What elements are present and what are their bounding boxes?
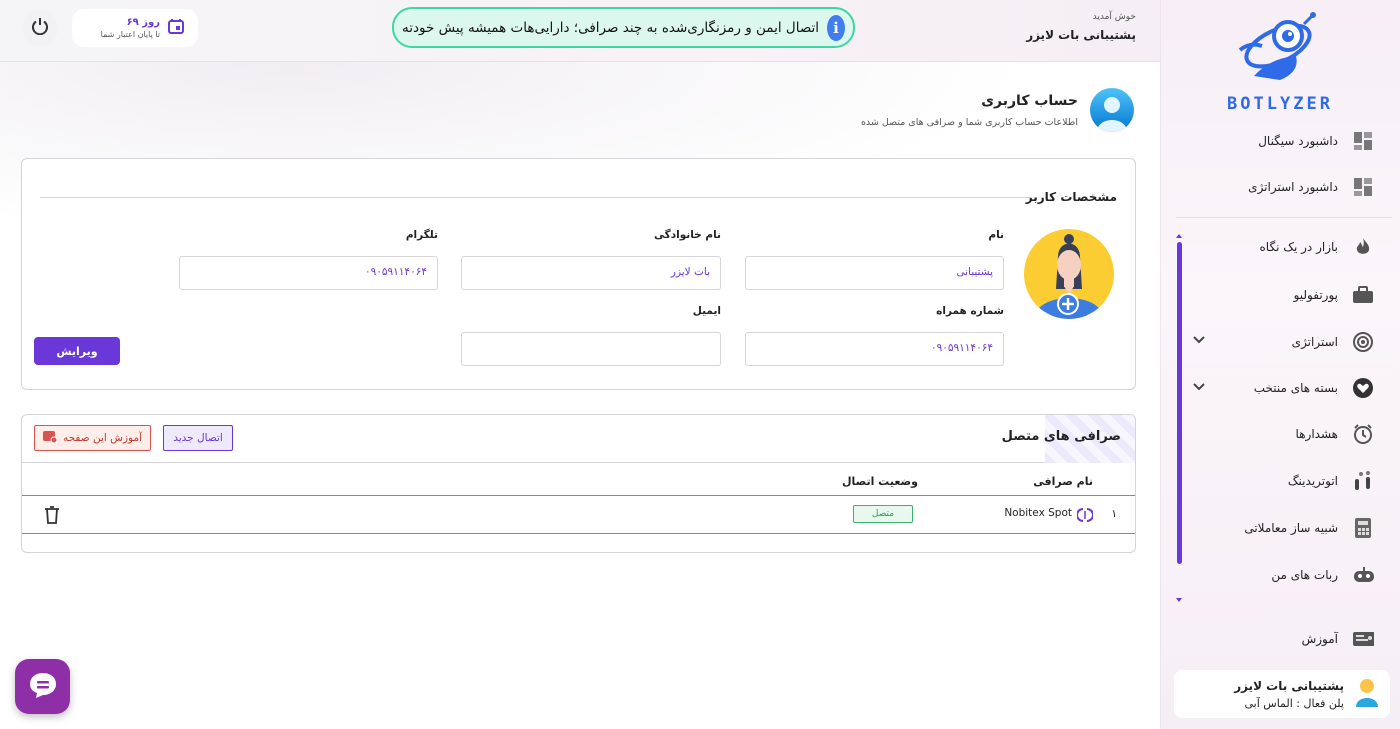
section-title: مشخصات کاربر bbox=[1025, 190, 1117, 204]
sidebar-scrollbar[interactable] bbox=[1177, 242, 1182, 564]
page-title: حساب کاربری bbox=[981, 92, 1078, 109]
first-name-field[interactable]: پشتیبانی bbox=[745, 256, 1004, 290]
sidebar-item-label: بسته های منتخب bbox=[1253, 381, 1338, 395]
welcome-block: خوش آمدید پشتیبانی بات لایزر bbox=[1026, 12, 1136, 42]
exchanges-card: صرافی های متصل اتصال جدید آموزش این صفحه… bbox=[21, 414, 1136, 553]
brand-logo[interactable]: BOTLYZER bbox=[1200, 6, 1360, 114]
sidebar-item-label: پورتفولیو bbox=[1293, 288, 1338, 302]
telegram-field[interactable]: ۰۹۰۵۹۱۱۴۰۶۴ bbox=[179, 256, 438, 290]
telegram-label: تلگرام bbox=[405, 229, 438, 241]
sidebar-item-market-overview[interactable]: بازار در یک نگاه bbox=[1260, 232, 1375, 262]
mobile-label: شماره همراه bbox=[936, 305, 1004, 317]
sidebar-item-signal-dashboard[interactable]: داشبورد سیگنال bbox=[1258, 126, 1374, 156]
sidebar-item-trade-simulator[interactable]: شبیه ساز معاملاتی bbox=[1244, 513, 1374, 543]
sidebar-item-label: شبیه ساز معاملاتی bbox=[1244, 521, 1338, 535]
flame-icon bbox=[1352, 236, 1374, 258]
logout-button[interactable] bbox=[22, 10, 58, 46]
user-card[interactable]: پشتیبانی بات لایزر پلن فعال : الماس آبی bbox=[1174, 670, 1390, 718]
chevron-down-icon[interactable] bbox=[1193, 333, 1205, 348]
last-name-field[interactable]: بات لایزر bbox=[461, 256, 721, 290]
welcome-label: خوش آمدید bbox=[1092, 12, 1136, 22]
email-field[interactable] bbox=[461, 332, 721, 366]
briefcase-icon bbox=[1352, 284, 1374, 306]
info-icon: i bbox=[827, 14, 845, 41]
sidebar-item-strategy[interactable]: استراتژی bbox=[1292, 327, 1374, 357]
exchanges-header: صرافی های متصل اتصال جدید آموزش این صفحه bbox=[22, 415, 1135, 463]
sidebar-item-label: آموزش bbox=[1301, 632, 1338, 646]
sidebar-item-selected-packages[interactable]: بسته های منتخب bbox=[1254, 373, 1374, 403]
user-plan: پلن فعال : الماس آبی bbox=[1244, 696, 1344, 710]
table-header-divider bbox=[22, 495, 1135, 496]
scroll-down-arrow[interactable] bbox=[1176, 598, 1182, 602]
credit-days: ۶۹ روز bbox=[126, 17, 160, 28]
scroll-up-arrow[interactable] bbox=[1176, 234, 1182, 238]
status-badge: متصل bbox=[853, 505, 913, 523]
target-icon bbox=[1352, 331, 1374, 353]
sidebar-item-portfolio[interactable]: پورتفولیو bbox=[1294, 280, 1374, 310]
divider bbox=[1176, 217, 1392, 218]
dashboard-icon bbox=[1352, 176, 1374, 198]
sidebar-item-label: بازار در یک نگاه bbox=[1259, 240, 1339, 254]
divider bbox=[40, 197, 1031, 198]
robot-icon bbox=[1352, 564, 1374, 586]
alarm-icon bbox=[1352, 423, 1374, 445]
chevron-down-icon[interactable] bbox=[1193, 380, 1205, 395]
avatar bbox=[1354, 677, 1380, 711]
delete-button[interactable] bbox=[44, 506, 60, 527]
sidebar-item-label: اتوتریدینگ bbox=[1287, 474, 1338, 488]
calendar-icon bbox=[168, 18, 184, 38]
sidebar: BOTLYZER داشبورد سیگنال داشبورد استراتژی… bbox=[1160, 0, 1400, 729]
brand-name: BOTLYZER bbox=[1227, 94, 1333, 114]
sidebar-item-strategy-dashboard[interactable]: داشبورد استراتژی bbox=[1248, 172, 1374, 202]
sidebar-item-education[interactable]: آموزش bbox=[1302, 624, 1374, 654]
exchange-logo-icon bbox=[1076, 507, 1094, 526]
heart-icon bbox=[1352, 377, 1374, 399]
edit-button[interactable]: ویرایش bbox=[34, 337, 120, 365]
credit-badge: ۶۹ روز تا پایان اعتبار شما bbox=[72, 9, 198, 47]
profile-picture[interactable] bbox=[1024, 229, 1114, 319]
page-header: حساب کاربری اطلاعات حساب کاربری شما و صر… bbox=[861, 88, 1134, 132]
dashboard-icon bbox=[1352, 130, 1374, 152]
calculator-icon bbox=[1352, 517, 1374, 539]
user-name: پشتیبانی بات لایزر bbox=[1234, 678, 1344, 693]
power-icon bbox=[31, 17, 49, 39]
sidebar-item-label: داشبورد سیگنال bbox=[1258, 134, 1338, 148]
table-row-divider bbox=[22, 533, 1135, 534]
sidebar-item-label: داشبورد استراتژی bbox=[1248, 180, 1338, 194]
trash-icon bbox=[44, 506, 60, 527]
robot-logo-icon bbox=[1238, 12, 1316, 80]
tutorial-label: آموزش این صفحه bbox=[63, 432, 142, 444]
chat-support-button[interactable] bbox=[15, 659, 70, 714]
sidebar-item-alerts[interactable]: هشدارها bbox=[1296, 419, 1374, 449]
profile-card: مشخصات کاربر نام پشتیبانی نام خانوادگی ب… bbox=[21, 158, 1136, 390]
welcome-name: پشتیبانی بات لایزر bbox=[1026, 28, 1136, 42]
chat-bubble-icon bbox=[28, 671, 58, 703]
mobile-field[interactable]: ۰۹۰۵۹۱۱۴۰۶۴ bbox=[745, 332, 1004, 366]
video-icon bbox=[43, 430, 58, 446]
row-index: ۱ bbox=[1111, 508, 1117, 520]
exchanges-title: صرافی های متصل bbox=[1001, 429, 1121, 444]
column-header-connection-status: وضعیت اتصال bbox=[841, 475, 918, 488]
email-label: ایمیل bbox=[692, 305, 721, 317]
top-bar: ۶۹ روز تا پایان اعتبار شما i اتصال ایمن … bbox=[0, 0, 1160, 62]
new-connection-button[interactable]: اتصال جدید bbox=[163, 425, 233, 451]
account-icon bbox=[1090, 88, 1134, 132]
exchange-name: Nobitex Spot bbox=[1004, 507, 1072, 519]
sidebar-item-label: استراتژی bbox=[1291, 335, 1338, 349]
sidebar-item-label: هشدارها bbox=[1295, 427, 1338, 441]
sidebar-item-autotrading[interactable]: اتوتریدینگ bbox=[1288, 466, 1374, 496]
page-tutorial-button[interactable]: آموزش این صفحه bbox=[34, 425, 151, 451]
sidebar-item-my-robots[interactable]: ربات های من bbox=[1271, 560, 1374, 590]
page-subtitle: اطلاعات حساب کاربری شما و صرافی های متصل… bbox=[860, 116, 1078, 128]
column-header-exchange-name: نام صرافی bbox=[1033, 475, 1093, 488]
credit-subtitle: تا پایان اعتبار شما bbox=[100, 30, 160, 39]
last-name-label: نام خانوادگی bbox=[654, 229, 721, 241]
announcement-banner: i اتصال ایمن و رمزنگاری‌شده به چند صرافی… bbox=[392, 7, 855, 48]
autotrading-icon bbox=[1352, 470, 1374, 492]
first-name-label: نام bbox=[988, 229, 1004, 241]
education-icon bbox=[1352, 628, 1374, 650]
sidebar-item-label: ربات های من bbox=[1271, 568, 1338, 582]
announcement-text: اتصال ایمن و رمزنگاری‌شده به چند صرافی؛ … bbox=[402, 19, 820, 36]
